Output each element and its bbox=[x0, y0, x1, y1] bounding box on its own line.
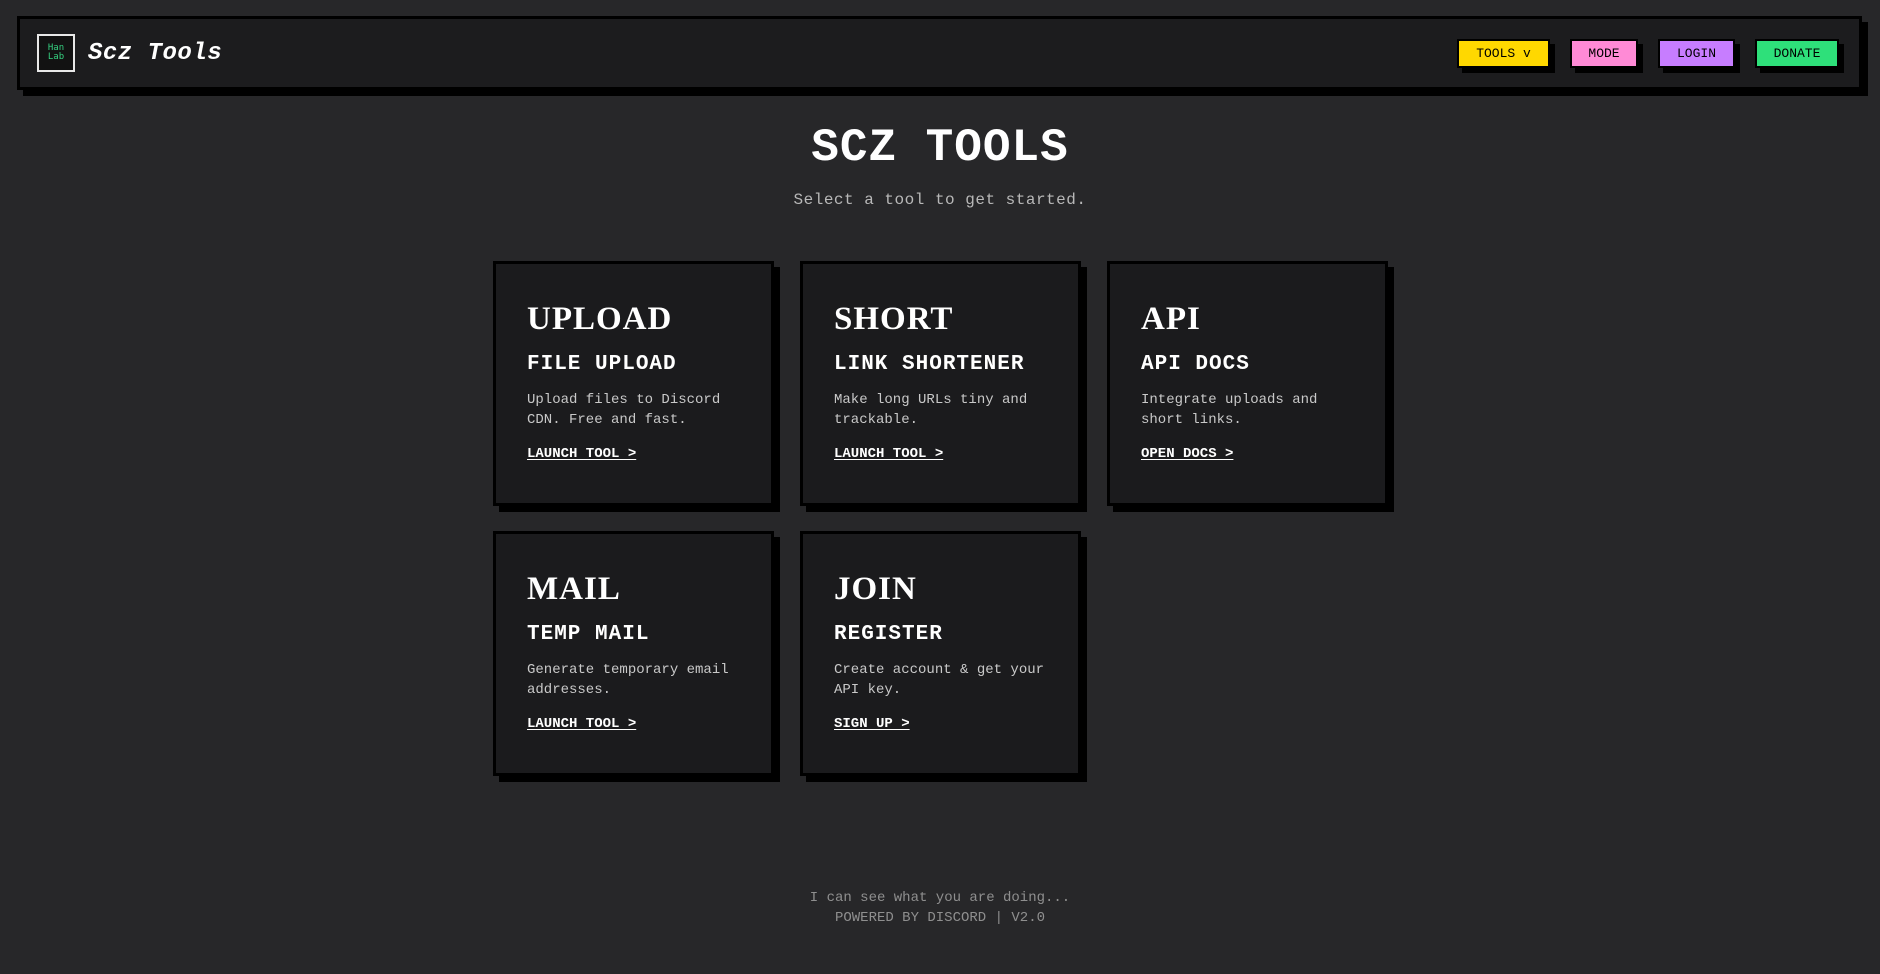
mode-toggle-button[interactable]: MODE bbox=[1570, 38, 1638, 68]
footer-tagline: I can see what you are doing... bbox=[809, 890, 1071, 906]
card-description: Create account & get your API key. bbox=[834, 662, 1045, 698]
page-subtitle: Select a tool to get started. bbox=[793, 191, 1087, 209]
card-title: REGISTER bbox=[834, 623, 943, 646]
card-tag: UPLOAD bbox=[527, 301, 673, 337]
card-tag: JOIN bbox=[834, 571, 917, 607]
nav-buttons: TOOLS v MODE LOGIN DONATE bbox=[1457, 38, 1839, 68]
card-title: API DOCS bbox=[1141, 353, 1250, 376]
card-description: Make long URLs tiny and trackable. bbox=[834, 392, 1028, 428]
card-tag: API bbox=[1141, 301, 1201, 337]
launch-mail-link[interactable]: LAUNCH TOOL > bbox=[527, 716, 636, 732]
card-tag: MAIL bbox=[527, 571, 621, 607]
donate-button[interactable]: DONATE bbox=[1755, 38, 1839, 68]
sign-up-link[interactable]: SIGN UP > bbox=[834, 716, 910, 732]
card-title: FILE UPLOAD bbox=[527, 353, 677, 376]
open-docs-link[interactable]: OPEN DOCS > bbox=[1141, 446, 1233, 462]
card-description: Upload files to Discord CDN. Free and fa… bbox=[527, 392, 721, 428]
tools-dropdown-button[interactable]: TOOLS v bbox=[1457, 38, 1550, 68]
launch-shortener-link[interactable]: LAUNCH TOOL > bbox=[834, 446, 943, 462]
tool-card-join[interactable]: JOIN REGISTER Create account & get your … bbox=[800, 531, 1081, 776]
top-navbar: Han Lab Scz Tools TOOLS v MODE LOGIN DON… bbox=[17, 16, 1862, 90]
card-tag: SHORT bbox=[834, 301, 954, 337]
logo-text-bottom: Lab bbox=[47, 52, 65, 62]
brand-name[interactable]: Scz Tools bbox=[88, 40, 222, 67]
footer-credits: POWERED BY DISCORD | V2.0 bbox=[834, 910, 1046, 926]
tool-card-short[interactable]: SHORT LINK SHORTENER Make long URLs tiny… bbox=[800, 261, 1081, 506]
card-title: TEMP MAIL bbox=[527, 623, 650, 646]
logo-icon[interactable]: Han Lab bbox=[37, 34, 75, 72]
page-title: SCZ TOOLS bbox=[811, 122, 1069, 174]
footer: I can see what you are doing... POWERED … bbox=[0, 888, 1880, 928]
tool-card-mail[interactable]: MAIL TEMP MAIL Generate temporary email … bbox=[493, 531, 774, 776]
login-button[interactable]: LOGIN bbox=[1658, 38, 1735, 68]
card-description: Integrate uploads and short links. bbox=[1141, 392, 1318, 428]
tool-grid: UPLOAD FILE UPLOAD Upload files to Disco… bbox=[493, 261, 1393, 776]
card-description: Generate temporary email addresses. bbox=[527, 662, 729, 698]
tool-card-api[interactable]: API API DOCS Integrate uploads and short… bbox=[1107, 261, 1388, 506]
launch-upload-link[interactable]: LAUNCH TOOL > bbox=[527, 446, 636, 462]
card-title: LINK SHORTENER bbox=[834, 353, 1025, 376]
tool-card-upload[interactable]: UPLOAD FILE UPLOAD Upload files to Disco… bbox=[493, 261, 774, 506]
brand[interactable]: Han Lab Scz Tools bbox=[37, 34, 222, 72]
